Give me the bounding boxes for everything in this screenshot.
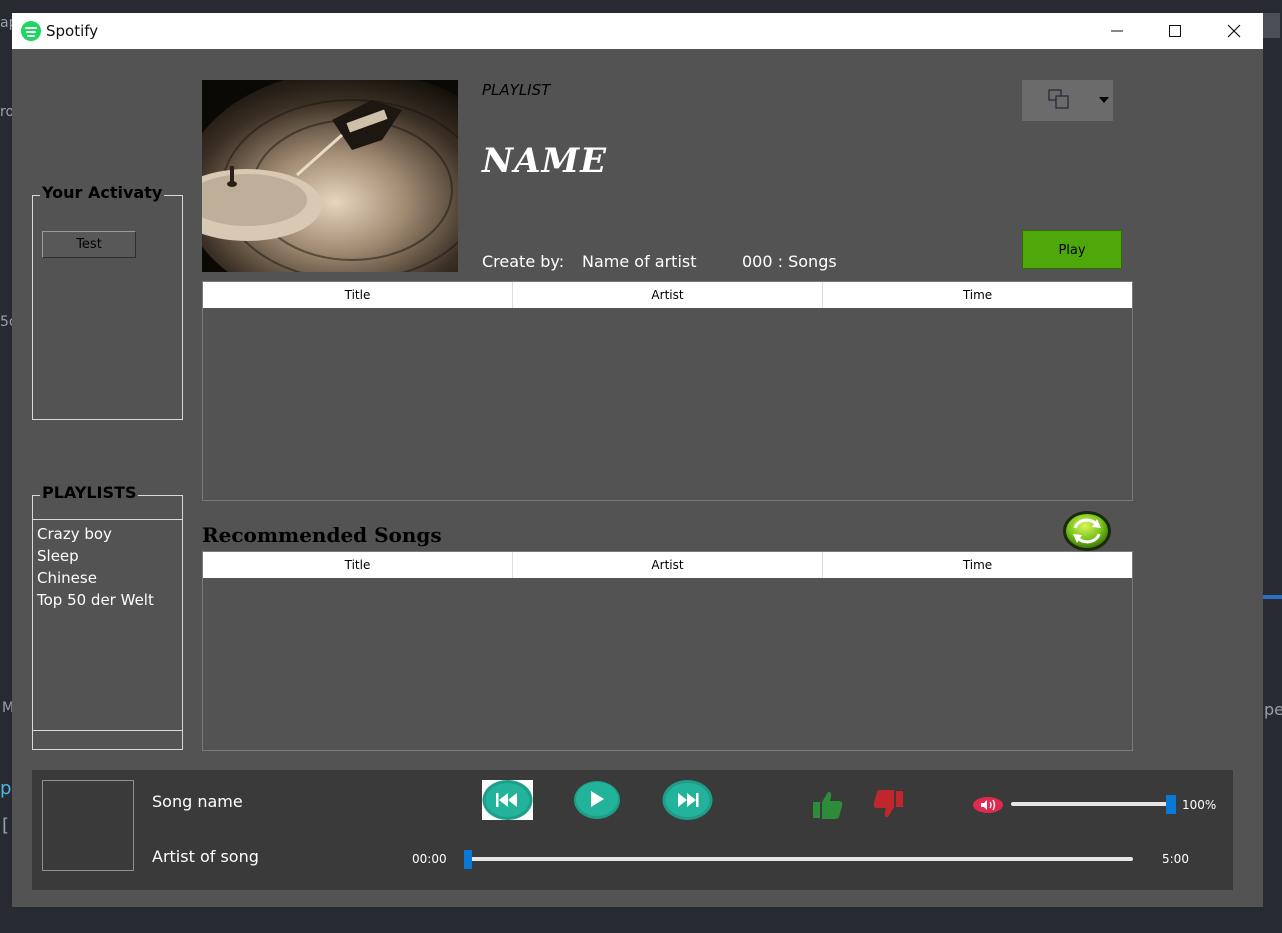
- thumbs-down-icon: [873, 790, 903, 818]
- next-icon: [662, 780, 713, 820]
- duration-time: 5:00: [1162, 852, 1189, 866]
- playlist-cover-image: [202, 80, 458, 272]
- play-playlist-button[interactable]: Play: [1022, 230, 1122, 269]
- refresh-icon: [1063, 511, 1111, 551]
- play-button[interactable]: [573, 780, 621, 820]
- song-count: 000 : Songs: [742, 252, 837, 271]
- spotify-logo-icon: [21, 21, 41, 41]
- playlist-artist: Name of artist: [582, 252, 697, 271]
- progress-slider-handle[interactable]: [464, 850, 472, 869]
- thumbs-up-icon: [813, 791, 843, 819]
- column-header-artist[interactable]: Artist: [513, 282, 823, 308]
- background-text: p: [0, 778, 12, 799]
- column-header-time[interactable]: Time: [823, 282, 1132, 308]
- progress-slider-track[interactable]: [468, 857, 1133, 861]
- device-select[interactable]: [1022, 80, 1113, 121]
- next-button[interactable]: [662, 780, 713, 820]
- minimize-icon: [1111, 30, 1123, 32]
- dislike-button[interactable]: [872, 790, 904, 820]
- recommended-title: Recommended Songs: [202, 523, 442, 547]
- column-header-title[interactable]: Title: [203, 282, 513, 308]
- turntable-image: [202, 80, 458, 272]
- close-icon: [1227, 24, 1241, 38]
- playlist-item[interactable]: Chinese: [37, 569, 97, 587]
- background-text: pe: [1264, 700, 1282, 719]
- recommended-table[interactable]: Title Artist Time: [202, 551, 1133, 751]
- playlist-name: NAME: [482, 141, 608, 181]
- playlist-item[interactable]: Top 50 der Welt: [37, 591, 154, 609]
- spotify-window: Spotify Your Activaty Test PLAYLISTS Cra…: [12, 13, 1263, 907]
- previous-icon: [482, 780, 533, 820]
- playlist-item[interactable]: Sleep: [37, 547, 79, 565]
- dropdown-icon: [1099, 97, 1109, 103]
- column-header-artist[interactable]: Artist: [513, 552, 823, 578]
- volume-button[interactable]: [972, 796, 1004, 814]
- divider: [32, 730, 183, 731]
- recommended-table-header: Title Artist Time: [203, 552, 1132, 578]
- now-playing-song-name: Song name: [152, 792, 243, 811]
- like-button[interactable]: [812, 790, 844, 820]
- maximize-button[interactable]: [1146, 13, 1204, 49]
- player-bar: Song name Artist of song 100% 00:00 5:00: [32, 770, 1233, 890]
- playlist-type-label: PLAYLIST: [482, 81, 551, 99]
- volume-icon: [973, 797, 1003, 813]
- tracks-table-header: Title Artist Time: [203, 282, 1132, 308]
- background-text: [: [2, 815, 10, 836]
- column-header-time[interactable]: Time: [823, 552, 1132, 578]
- volume-level: 100%: [1182, 798, 1217, 812]
- playlist-item[interactable]: Crazy boy: [37, 525, 112, 543]
- divider: [32, 519, 183, 520]
- window-title: Spotify: [46, 22, 99, 40]
- column-header-title[interactable]: Title: [203, 552, 513, 578]
- previous-button[interactable]: [482, 780, 533, 820]
- play-icon: [574, 781, 620, 819]
- title-bar: Spotify: [12, 13, 1263, 49]
- now-playing-artist: Artist of song: [152, 847, 259, 866]
- test-button[interactable]: Test: [42, 231, 136, 258]
- minimize-button[interactable]: [1088, 13, 1146, 49]
- elapsed-time: 00:00: [412, 852, 447, 866]
- playlists-title: PLAYLISTS: [40, 483, 139, 502]
- created-by-label: Create by:: [482, 252, 565, 271]
- device-icon: [1048, 89, 1069, 109]
- activity-group: [32, 195, 183, 420]
- activity-title: Your Activaty: [40, 183, 165, 202]
- volume-slider-track[interactable]: [1011, 802, 1171, 806]
- maximize-icon: [1169, 25, 1181, 37]
- background-accent: [1263, 595, 1282, 599]
- tracks-table[interactable]: Title Artist Time: [202, 281, 1133, 501]
- volume-slider-handle[interactable]: [1166, 795, 1176, 814]
- refresh-button[interactable]: [1062, 510, 1112, 551]
- close-button[interactable]: [1205, 13, 1263, 49]
- now-playing-cover: [42, 780, 134, 871]
